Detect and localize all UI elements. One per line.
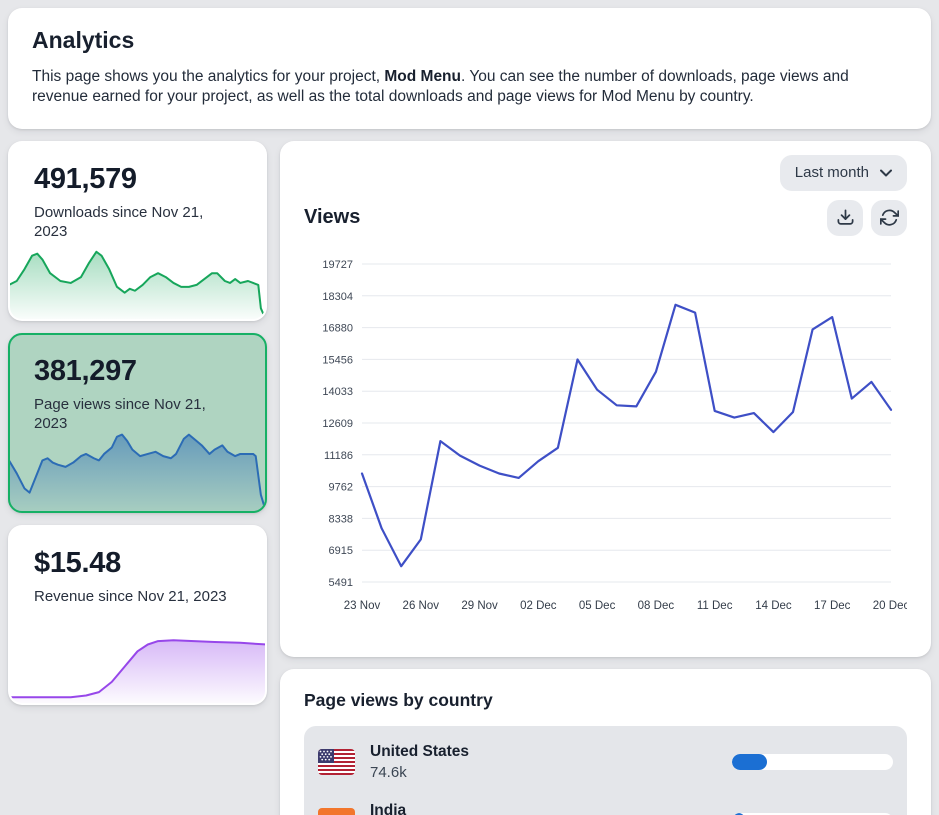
project-name: Mod Menu (384, 68, 461, 85)
svg-text:29 Nov: 29 Nov (461, 600, 498, 612)
views-title: Views (304, 206, 360, 229)
country-row-united-states: United States 74.6k (318, 737, 893, 787)
pageviews-count: 381,297 (34, 355, 241, 388)
us-flag-icon (318, 749, 355, 775)
country-name: India (370, 802, 717, 815)
country-info: United States 74.6k (370, 743, 717, 781)
downloads-sparkline (9, 242, 266, 320)
views-panel: Last month Views (280, 141, 931, 657)
refresh-icon (880, 208, 899, 227)
country-progress-fill (732, 754, 767, 770)
svg-text:11186: 11186 (324, 449, 353, 461)
views-chart: 5491 6915 8338 9762 11186 12609 14033 15456 1688… (304, 250, 907, 623)
country-info: India (370, 802, 717, 815)
chevron-down-icon (880, 169, 892, 177)
svg-text:20 Dec: 20 Dec (873, 600, 907, 612)
analytics-header: Analytics This page shows you the analyt… (8, 8, 931, 129)
stat-card-revenue[interactable]: $15.48 Revenue since Nov 21, 2023 (8, 525, 267, 705)
svg-text:5491: 5491 (329, 577, 353, 589)
page-description: This page shows you the analytics for yo… (32, 67, 907, 107)
svg-text:08 Dec: 08 Dec (638, 600, 675, 612)
main-column: Last month Views (280, 141, 931, 815)
revenue-amount: $15.48 (34, 547, 241, 580)
svg-text:16880: 16880 (322, 322, 353, 334)
india-flag-icon (318, 808, 355, 815)
svg-text:05 Dec: 05 Dec (579, 600, 616, 612)
country-pageviews-value: 74.6k (370, 764, 717, 781)
time-range-label: Last month (795, 164, 869, 181)
country-name: United States (370, 743, 717, 761)
page-title: Analytics (32, 27, 907, 54)
svg-text:19727: 19727 (322, 259, 353, 271)
downloads-count: 491,579 (34, 163, 241, 196)
country-list: United States 74.6k (304, 726, 907, 815)
svg-text:6915: 6915 (329, 545, 353, 557)
revenue-sparkline (9, 636, 266, 704)
chart-actions (827, 200, 907, 236)
download-icon (836, 208, 855, 227)
svg-text:12609: 12609 (322, 418, 353, 430)
stat-cards-column: 491,579 Downloads since Nov 21, 2023 381… (8, 141, 267, 705)
revenue-label: Revenue since Nov 21, 2023 (34, 587, 239, 606)
analytics-page: Analytics This page shows you the analyt… (0, 0, 939, 815)
refresh-button[interactable] (871, 200, 907, 236)
svg-text:14033: 14033 (322, 386, 353, 398)
downloads-label: Downloads since Nov 21, 2023 (34, 203, 239, 241)
svg-text:8338: 8338 (329, 513, 353, 525)
svg-text:02 Dec: 02 Dec (520, 600, 557, 612)
time-range-select[interactable]: Last month (780, 155, 907, 191)
svg-text:17 Dec: 17 Dec (814, 600, 851, 612)
range-row: Last month (304, 155, 907, 191)
svg-text:18304: 18304 (322, 290, 353, 302)
country-row-india: India (318, 796, 893, 815)
svg-text:26 Nov: 26 Nov (403, 600, 440, 612)
countries-panel: Page views by country (280, 669, 931, 815)
pageviews-sparkline (9, 426, 266, 512)
country-progress-bar (732, 754, 893, 770)
content-row: 491,579 Downloads since Nov 21, 2023 381… (8, 141, 931, 815)
svg-text:14 Dec: 14 Dec (755, 600, 792, 612)
download-csv-button[interactable] (827, 200, 863, 236)
views-header: Views (304, 200, 907, 236)
countries-title: Page views by country (304, 690, 907, 711)
stat-card-downloads[interactable]: 491,579 Downloads since Nov 21, 2023 (8, 141, 267, 321)
svg-text:15456: 15456 (322, 354, 353, 366)
svg-text:11 Dec: 11 Dec (697, 600, 733, 612)
svg-text:23 Nov: 23 Nov (344, 600, 381, 612)
stat-card-pageviews[interactable]: 381,297 Page views since Nov 21, 2023 (8, 333, 267, 513)
svg-text:9762: 9762 (329, 481, 353, 493)
